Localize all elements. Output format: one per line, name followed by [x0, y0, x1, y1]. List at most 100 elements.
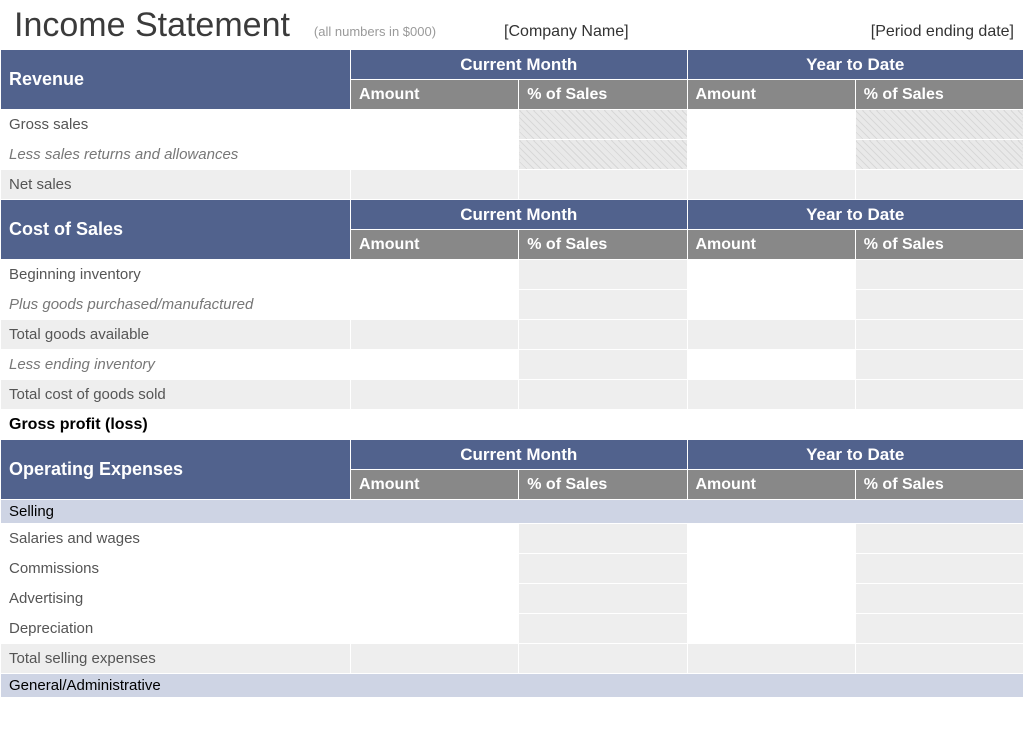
section-2-cat0-r4-cell[interactable]	[351, 644, 519, 674]
section-1-r2-cell[interactable]	[351, 320, 519, 350]
section-0-r2-cell[interactable]	[687, 170, 855, 200]
period-date-placeholder[interactable]: [Period ending date]	[871, 23, 1014, 45]
section-0-r2-cell[interactable]	[519, 170, 687, 200]
col-group-current-month: Current Month	[351, 50, 688, 80]
section-0-r0-label: Gross sales	[1, 110, 351, 140]
section-1-r3-label: Less ending inventory	[1, 350, 351, 380]
col-amount-ytd: Amount	[687, 470, 855, 500]
section-0-r1-row: Less sales returns and allowances	[1, 140, 1024, 170]
section-0-r0-cell[interactable]	[687, 110, 855, 140]
section-2-cat0-r1-cell[interactable]	[687, 554, 855, 584]
section-2-cat0-r0-cell[interactable]	[687, 524, 855, 554]
col-group-year-to-date: Year to Date	[687, 50, 1024, 80]
section-2-cat0-r1-cell[interactable]	[351, 554, 519, 584]
section-2-cat0-r3-row: Depreciation	[1, 614, 1024, 644]
section-1-r0-cell[interactable]	[519, 260, 687, 290]
section-1-r0-row: Beginning inventory	[1, 260, 1024, 290]
col-group-year-to-date: Year to Date	[687, 440, 1024, 470]
section-1-r1-cell[interactable]	[855, 290, 1023, 320]
section-2-cat0-r2-row: Advertising	[1, 584, 1024, 614]
section-1-r3-row: Less ending inventory	[1, 350, 1024, 380]
section-2-cat0-r4-label: Total selling expenses	[1, 644, 351, 674]
section-1-r1-cell[interactable]	[519, 290, 687, 320]
section-2-cat1-category-label: General/Administrative	[1, 674, 1024, 698]
section-1-r5-cell[interactable]	[351, 410, 519, 440]
section-1-header-row: Cost of Sales Current Month Year to Date	[1, 200, 1024, 230]
section-2-cat0-r3-cell[interactable]	[855, 614, 1023, 644]
section-1-r0-cell[interactable]	[351, 260, 519, 290]
section-0-r1-cell[interactable]	[519, 140, 687, 170]
col-amount-ytd: Amount	[687, 80, 855, 110]
section-0-r1-label: Less sales returns and allowances	[1, 140, 351, 170]
section-2-cat0-category-label: Selling	[1, 500, 1024, 524]
section-2-cat0-r2-cell[interactable]	[351, 584, 519, 614]
section-0-r1-cell[interactable]	[687, 140, 855, 170]
section-0-r0-row: Gross sales	[1, 110, 1024, 140]
section-1-r1-row: Plus goods purchased/manufactured	[1, 290, 1024, 320]
company-name-placeholder[interactable]: [Company Name]	[504, 23, 629, 45]
section-0-r1-cell[interactable]	[351, 140, 519, 170]
section-1-r1-label: Plus goods purchased/manufactured	[1, 290, 351, 320]
section-1-r5-row: Gross profit (loss)	[1, 410, 1024, 440]
section-2-cat0-r2-cell[interactable]	[519, 584, 687, 614]
section-2-cat0-r1-row: Commissions	[1, 554, 1024, 584]
section-1-r2-cell[interactable]	[687, 320, 855, 350]
section-1-r5-cell[interactable]	[687, 410, 855, 440]
section-1-r5-cell[interactable]	[855, 410, 1023, 440]
section-2-cat0-r3-label: Depreciation	[1, 614, 351, 644]
section-1-r1-cell[interactable]	[351, 290, 519, 320]
section-1-r3-cell[interactable]	[351, 350, 519, 380]
section-2-cat0-r3-cell[interactable]	[351, 614, 519, 644]
section-2-cat0-category-row: Selling	[1, 500, 1024, 524]
section-2-cat0-r2-cell[interactable]	[687, 584, 855, 614]
section-2-cat0-r0-cell[interactable]	[519, 524, 687, 554]
section-2-cat0-r0-cell[interactable]	[855, 524, 1023, 554]
document-title: Income Statement	[14, 6, 290, 45]
section-0-r2-cell[interactable]	[351, 170, 519, 200]
col-group-current-month: Current Month	[351, 200, 688, 230]
section-1-r3-cell[interactable]	[687, 350, 855, 380]
section-0-r0-cell[interactable]	[351, 110, 519, 140]
section-1-r4-cell[interactable]	[519, 380, 687, 410]
section-0-r0-cell[interactable]	[519, 110, 687, 140]
col-amount-cm: Amount	[351, 230, 519, 260]
section-2-cat0-r4-row: Total selling expenses	[1, 644, 1024, 674]
section-0-r0-cell[interactable]	[855, 110, 1023, 140]
col-amount-ytd: Amount	[687, 230, 855, 260]
section-2-cat0-r4-cell[interactable]	[855, 644, 1023, 674]
col-pct-ytd: % of Sales	[855, 470, 1023, 500]
section-2-title: Operating Expenses	[1, 440, 351, 500]
section-1-title: Cost of Sales	[1, 200, 351, 260]
section-1-r2-cell[interactable]	[855, 320, 1023, 350]
section-1-r1-cell[interactable]	[687, 290, 855, 320]
section-2-cat0-r1-cell[interactable]	[519, 554, 687, 584]
document-subtitle: (all numbers in $000)	[314, 24, 436, 45]
section-2-cat0-r4-cell[interactable]	[687, 644, 855, 674]
section-0-title: Revenue	[1, 50, 351, 110]
section-2-cat0-r1-label: Commissions	[1, 554, 351, 584]
section-1-r5-label: Gross profit (loss)	[1, 410, 351, 440]
section-1-r3-cell[interactable]	[519, 350, 687, 380]
section-2-cat1-category-row: General/Administrative	[1, 674, 1024, 698]
section-1-r2-cell[interactable]	[519, 320, 687, 350]
section-0-r1-cell[interactable]	[855, 140, 1023, 170]
section-2-cat0-r2-cell[interactable]	[855, 584, 1023, 614]
section-1-r4-cell[interactable]	[687, 380, 855, 410]
section-1-r2-row: Total goods available	[1, 320, 1024, 350]
section-2-cat0-r3-cell[interactable]	[519, 614, 687, 644]
section-2-cat0-r0-cell[interactable]	[351, 524, 519, 554]
section-1-r4-cell[interactable]	[855, 380, 1023, 410]
section-1-r0-cell[interactable]	[687, 260, 855, 290]
section-2-cat0-r4-cell[interactable]	[519, 644, 687, 674]
section-0-r2-label: Net sales	[1, 170, 351, 200]
section-0-r2-cell[interactable]	[855, 170, 1023, 200]
section-2-cat0-r0-label: Salaries and wages	[1, 524, 351, 554]
section-1-r2-label: Total goods available	[1, 320, 351, 350]
section-1-r0-cell[interactable]	[855, 260, 1023, 290]
section-1-r3-cell[interactable]	[855, 350, 1023, 380]
section-2-cat0-r1-cell[interactable]	[855, 554, 1023, 584]
col-pct-cm: % of Sales	[519, 230, 687, 260]
section-1-r5-cell[interactable]	[519, 410, 687, 440]
section-2-cat0-r3-cell[interactable]	[687, 614, 855, 644]
section-1-r4-cell[interactable]	[351, 380, 519, 410]
